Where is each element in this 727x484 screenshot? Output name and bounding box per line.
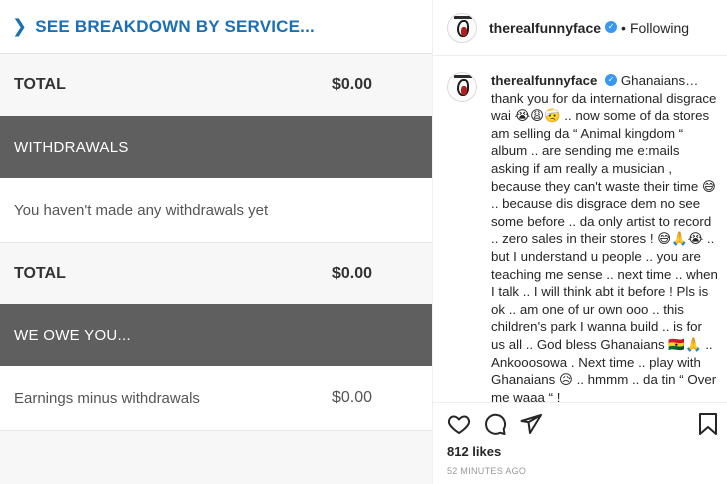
total-amount: $0.00 [331,264,372,282]
caption: therealfunnyface ✓ Ghanaians… thank you … [491,72,719,406]
withdrawals-header-label: WITHDRAWALS [14,138,129,156]
following-button[interactable]: Following [630,20,689,36]
avatar[interactable] [447,72,477,102]
share-icon[interactable] [519,412,543,436]
caption-text: Ghanaians… thank you for da internationa… [491,73,718,405]
we-owe-you-header: WE OWE YOU... [0,304,432,366]
total-row-1: TOTAL $0.00 [0,54,432,116]
see-breakdown-link[interactable]: ❯ SEE BREAKDOWN BY SERVICE... [0,0,432,54]
caption-comment: therealfunnyface ✓ Ghanaians… thank you … [447,72,719,406]
verified-badge-icon: ✓ [605,74,618,87]
no-withdrawals-text: You haven't made any withdrawals yet [14,201,269,219]
post-sidebar: therealfunnyface ✓ • Following therealfu… [432,0,727,484]
heart-icon[interactable] [447,412,471,436]
chevron-right-icon: ❯ [12,16,28,36]
divider [433,402,727,403]
avatar[interactable] [447,12,477,43]
bookmark-icon[interactable] [697,412,719,436]
post-image: ❯ SEE BREAKDOWN BY SERVICE... TOTAL $0.0… [0,0,432,484]
comment-icon[interactable] [483,412,507,436]
earnings-amount: $0.00 [331,389,372,406]
timestamp[interactable]: 52 MINUTES AGO [447,466,526,476]
no-withdrawals-row: You haven't made any withdrawals yet [0,178,432,242]
earnings-row: Earnings minus withdrawals $0.00 [0,366,432,430]
see-breakdown-label: SEE BREAKDOWN BY SERVICE... [35,16,315,36]
action-bar [447,412,717,438]
verified-badge-icon: ✓ [605,20,618,33]
total-row-2: TOTAL $0.00 [0,243,432,304]
caption-username[interactable]: therealfunnyface [491,73,597,88]
withdrawals-header: WITHDRAWALS [0,116,432,178]
earnings-label: Earnings minus withdrawals [14,389,200,407]
we-owe-you-label: WE OWE YOU... [14,326,131,344]
post-header: therealfunnyface ✓ • Following [433,0,727,56]
total-label: TOTAL [14,76,66,93]
header-username[interactable]: therealfunnyface [489,20,601,36]
divider [0,430,432,431]
likes-count[interactable]: 812 likes [447,444,501,459]
total-amount: $0.00 [331,76,372,93]
separator-dot: • [621,19,626,36]
total-label: TOTAL [14,264,66,282]
